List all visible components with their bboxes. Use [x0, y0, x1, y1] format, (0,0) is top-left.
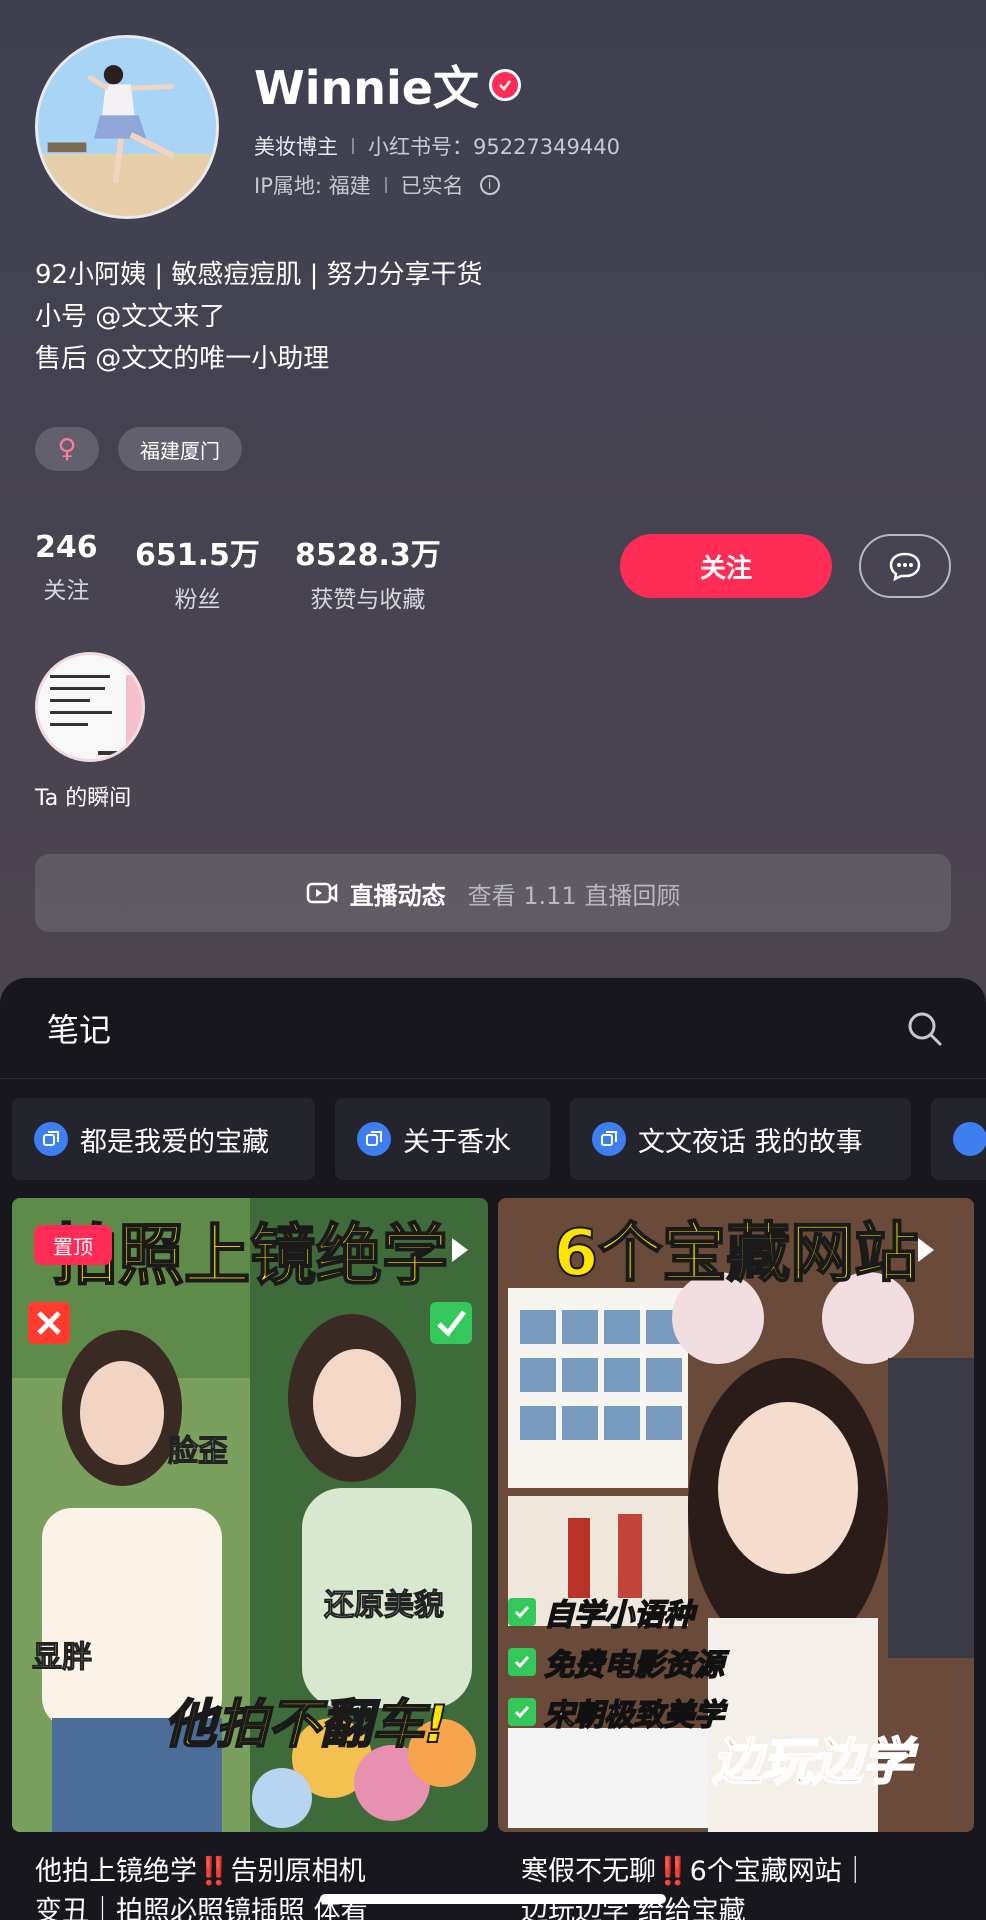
- collection-item[interactable]: [931, 1098, 986, 1180]
- live-video-icon: [306, 882, 337, 904]
- note-card-title[interactable]: 他拍上镜绝学‼️告别原相机 变丑｜拍照必照镜插照 体看: [35, 1852, 475, 1920]
- checklist-item: 宋朝极致美学: [508, 1690, 725, 1734]
- collection-icon: [357, 1122, 391, 1156]
- collection-label: 都是我爱的宝藏: [80, 1126, 269, 1158]
- tab-notes[interactable]: 笔记: [47, 1005, 111, 1051]
- stat-followers-label: 粉丝: [174, 587, 221, 613]
- note-card-title-line: 寒假不无聊‼️6个宝藏网站｜: [521, 1852, 961, 1892]
- stat-likes[interactable]: 8528.3万 获赞与收藏: [295, 530, 441, 614]
- separator: [384, 177, 387, 193]
- profile-name: Winnie文: [254, 52, 521, 118]
- title-part: 寒假不无聊: [521, 1856, 656, 1887]
- card-slogan: 他拍不翻车!: [163, 1694, 449, 1756]
- profile-meta-line2: IP属地: 福建 已实名 i: [254, 170, 500, 200]
- profile-meta-line1: 美妆博主 小红书号：95227349440: [254, 131, 620, 161]
- checklist-item: 自学小语种: [508, 1590, 724, 1634]
- card-headline: 6个宝藏网站: [553, 1216, 920, 1292]
- title-part: 他拍上镜绝学: [35, 1856, 197, 1887]
- check-icon: [508, 1598, 536, 1626]
- checklist-label: 宋朝极致美学: [543, 1697, 725, 1734]
- location-tag: 福建厦门: [118, 427, 242, 471]
- collection-item[interactable]: 文文夜话 我的故事: [570, 1098, 911, 1180]
- profile-avatar[interactable]: [35, 35, 219, 219]
- gender-tag: ♀: [35, 427, 99, 471]
- profile-red-id: 小红书号：95227349440: [368, 135, 620, 159]
- stat-likes-count: 8528.3万: [295, 538, 441, 573]
- stat-followers-count: 651.5万: [135, 538, 260, 573]
- profile-name-text: Winnie文: [254, 61, 479, 115]
- title-part: 6个宝藏网站｜: [689, 1856, 869, 1887]
- card-overlay-text: 还原美貌: [324, 1588, 445, 1624]
- moment-image: [38, 655, 142, 759]
- location-tag-label: 福建厦门: [140, 438, 220, 463]
- collection-label: 关于香水: [403, 1126, 511, 1158]
- bio-line: 售后 @文文的唯一小助理: [35, 344, 330, 374]
- live-title: 直播动态: [349, 881, 446, 910]
- double-exclamation-icon: ‼️: [656, 1856, 690, 1887]
- female-icon: ♀: [57, 434, 77, 464]
- collection-icon: [592, 1122, 626, 1156]
- stat-followers[interactable]: 651.5万 粉丝: [135, 530, 260, 614]
- stat-likes-label: 获赞与收藏: [310, 587, 426, 613]
- live-replay-bar[interactable]: 直播动态 查看 1.11 直播回顾: [35, 854, 951, 932]
- moment-thumbnail[interactable]: [35, 652, 145, 762]
- collection-icon: [953, 1122, 986, 1156]
- check-icon: [508, 1698, 536, 1726]
- note-card-title-line: 他拍上镜绝学‼️告别原相机: [35, 1852, 475, 1892]
- message-button[interactable]: [859, 534, 951, 598]
- check-icon: [508, 1648, 536, 1676]
- collection-icon: [34, 1122, 68, 1156]
- profile-bio: 92小阿姨 | 敏感痘痘肌 | 努力分享干货 小号 @文文来了 售后 @文文的唯…: [35, 254, 483, 380]
- info-icon[interactable]: i: [479, 175, 500, 195]
- collection-item[interactable]: 关于香水: [335, 1098, 550, 1180]
- chat-bubble-icon: [889, 552, 921, 581]
- separator: [352, 138, 354, 154]
- card-slogan: 边玩边学: [711, 1732, 913, 1792]
- collection-label: 文文夜话 我的故事: [638, 1126, 863, 1158]
- checklist-item: 免费电影资源: [508, 1640, 725, 1684]
- stat-following-count: 246: [35, 530, 98, 565]
- checklist-label: 免费电影资源: [543, 1647, 725, 1684]
- note-card-title[interactable]: 寒假不无聊‼️6个宝藏网站｜ 边玩边学 给给宝藏: [521, 1852, 961, 1920]
- profile-role: 美妆博主: [254, 135, 338, 159]
- title-part: 告别原相机: [230, 1856, 366, 1887]
- stat-following[interactable]: 246 关注: [35, 530, 98, 605]
- avatar-photo: [38, 38, 216, 216]
- bio-line: 小号 @文文来了: [35, 302, 226, 332]
- search-icon[interactable]: [906, 1010, 944, 1048]
- card-overlay-text: 显胖: [32, 1640, 93, 1676]
- live-subtitle: 查看 1.11 直播回顾: [467, 881, 681, 910]
- card-checklist: 自学小语种 免费电影资源 宋朝极致美学: [508, 1590, 725, 1734]
- follow-button[interactable]: 关注: [620, 534, 832, 598]
- verified-icon: [488, 69, 521, 101]
- profile-verified-text: 已实名: [400, 174, 464, 198]
- divider: [0, 1078, 986, 1079]
- home-indicator[interactable]: [320, 1894, 666, 1904]
- pinned-badge: 置顶: [34, 1225, 112, 1265]
- collection-item[interactable]: 都是我爱的宝藏: [12, 1098, 315, 1180]
- moments-label[interactable]: Ta 的瞬间: [35, 780, 131, 812]
- bio-line: 92小阿姨 | 敏感痘痘肌 | 努力分享干货: [35, 260, 483, 290]
- checklist-label: 自学小语种: [543, 1597, 695, 1634]
- card-overlay-text: 脸歪: [168, 1434, 229, 1470]
- double-exclamation-icon: ‼️: [197, 1856, 231, 1887]
- profile-ip: IP属地: 福建: [254, 174, 371, 198]
- stat-following-label: 关注: [43, 578, 90, 604]
